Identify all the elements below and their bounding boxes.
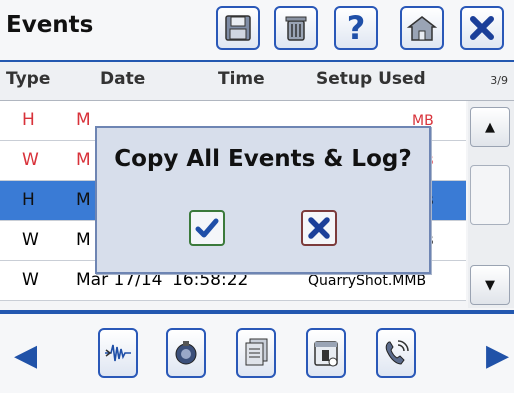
event-type: H bbox=[22, 110, 35, 130]
close-button[interactable] bbox=[460, 6, 504, 50]
x-icon bbox=[308, 217, 330, 239]
page-title: Events bbox=[6, 12, 94, 38]
check-icon bbox=[195, 218, 219, 238]
trash-icon bbox=[285, 16, 307, 41]
event-date: M bbox=[76, 110, 91, 130]
cancel-button[interactable] bbox=[301, 210, 337, 246]
next-page-button[interactable]: ▶ bbox=[486, 338, 509, 373]
event-type: W bbox=[22, 230, 39, 250]
scroll-thumb[interactable] bbox=[470, 165, 510, 225]
arrow-down-icon: ▼ bbox=[485, 277, 495, 293]
column-type: Type bbox=[6, 69, 51, 89]
column-time: Time bbox=[218, 69, 265, 89]
documents-button[interactable] bbox=[236, 328, 276, 378]
save-button[interactable] bbox=[216, 6, 260, 50]
bottom-toolbar: ◀ ▶ bbox=[0, 310, 514, 393]
prev-page-button[interactable]: ◀ bbox=[14, 338, 37, 373]
sensor-button[interactable] bbox=[166, 328, 206, 378]
table-header: Type Date Time Setup Used 3/9 bbox=[0, 62, 514, 101]
header-bar: Events ? bbox=[0, 0, 514, 64]
documents-icon bbox=[245, 338, 268, 366]
event-type: W bbox=[22, 270, 39, 290]
scroll-up-button[interactable]: ▲ bbox=[470, 107, 510, 147]
arrow-up-icon: ▲ bbox=[485, 119, 495, 135]
event-date: M bbox=[76, 190, 91, 210]
phone-icon bbox=[385, 340, 409, 365]
copy-confirm-dialog: Copy All Events & Log? bbox=[95, 126, 431, 274]
scroll-down-button[interactable]: ▼ bbox=[470, 265, 510, 305]
page-indicator: 3/9 bbox=[490, 74, 508, 87]
event-type: H bbox=[22, 190, 35, 210]
waveform-button[interactable] bbox=[98, 328, 138, 378]
column-setup-used: Setup Used bbox=[316, 69, 426, 89]
calendar-icon bbox=[314, 341, 338, 367]
help-button[interactable]: ? bbox=[334, 6, 378, 50]
home-button[interactable] bbox=[400, 6, 444, 50]
waveform-icon bbox=[105, 344, 131, 362]
save-icon bbox=[225, 15, 251, 41]
event-setup: QuarryShot.MMB bbox=[308, 273, 427, 289]
help-icon: ? bbox=[346, 9, 366, 47]
event-type: W bbox=[22, 150, 39, 170]
sensor-icon bbox=[175, 341, 197, 365]
home-icon bbox=[406, 16, 438, 41]
calendar-button[interactable] bbox=[306, 328, 346, 378]
close-icon bbox=[470, 16, 494, 40]
column-date: Date bbox=[100, 69, 146, 89]
phone-button[interactable] bbox=[376, 328, 416, 378]
dialog-question: Copy All Events & Log? bbox=[114, 146, 412, 172]
confirm-button[interactable] bbox=[189, 210, 225, 246]
event-date: M bbox=[76, 150, 91, 170]
delete-button[interactable] bbox=[274, 6, 318, 50]
scrollbar[interactable]: ▲ ▼ bbox=[468, 101, 514, 308]
events-screen: Events ? Type Date Time Setup Used 3/9 H… bbox=[0, 0, 514, 393]
event-date: M bbox=[76, 230, 91, 250]
